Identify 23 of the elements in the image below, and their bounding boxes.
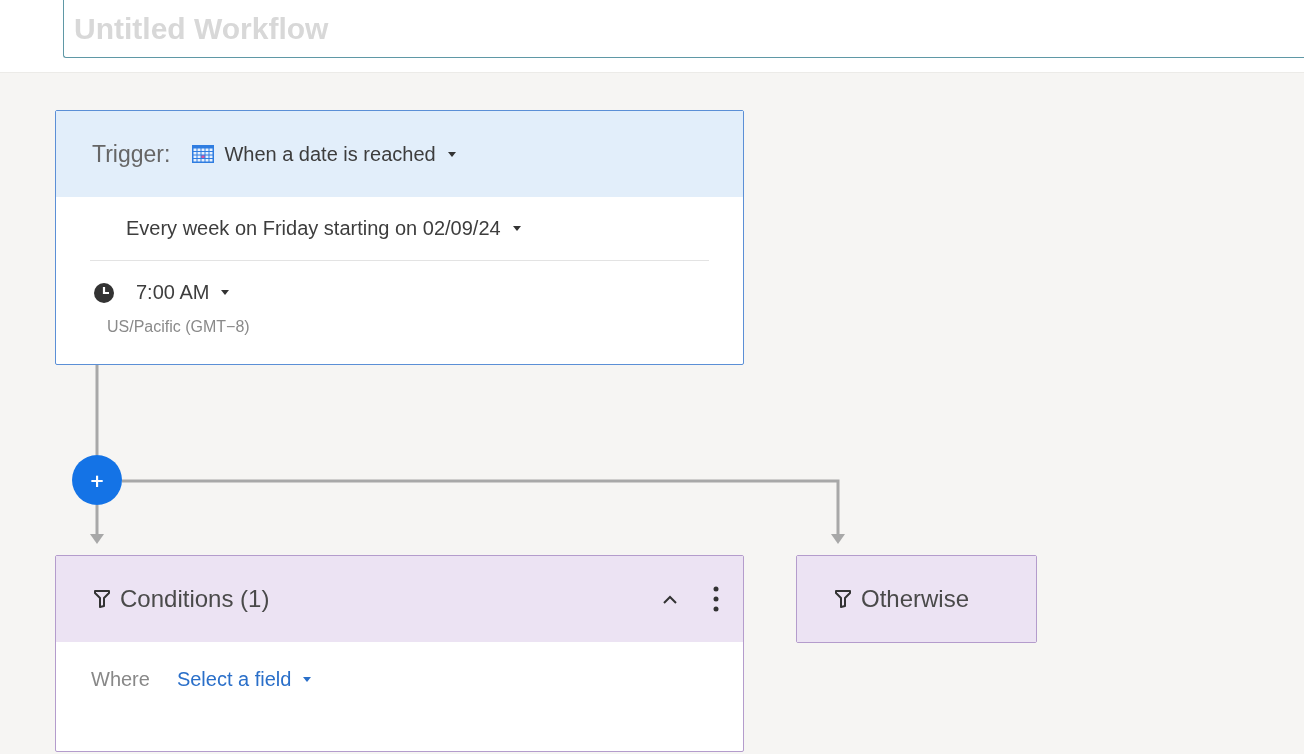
otherwise-title: Otherwise xyxy=(861,585,970,613)
where-label: Where xyxy=(91,668,150,691)
timezone-text: US/Pacific (GMT−8) xyxy=(107,318,251,336)
calendar-icon xyxy=(192,145,215,163)
clock-icon xyxy=(94,282,114,303)
more-icon xyxy=(713,586,719,612)
schedule-dropdown[interactable]: Every week on Friday starting on 02/09/24 xyxy=(126,217,521,240)
filter-icon xyxy=(94,590,110,608)
chevron-icon xyxy=(663,594,677,604)
collapse-button[interactable] xyxy=(663,594,677,604)
add-step-button[interactable]: + xyxy=(72,455,122,505)
filter-icon xyxy=(835,590,851,608)
conditions-title: Conditions (1) xyxy=(120,585,270,613)
field-select-dropdown[interactable]: Select a field xyxy=(176,668,312,691)
time-dropdown[interactable]: 7:00 AM xyxy=(136,281,230,304)
trigger-type-dropdown[interactable]: When a date is reached xyxy=(224,142,456,166)
caret-icon xyxy=(303,677,312,682)
connector-arrow xyxy=(90,505,104,544)
caret-icon xyxy=(447,151,456,157)
more-button[interactable] xyxy=(713,586,719,612)
caret-icon xyxy=(512,226,521,231)
trigger-label: Trigger: xyxy=(92,140,171,168)
caret-icon xyxy=(221,290,230,295)
